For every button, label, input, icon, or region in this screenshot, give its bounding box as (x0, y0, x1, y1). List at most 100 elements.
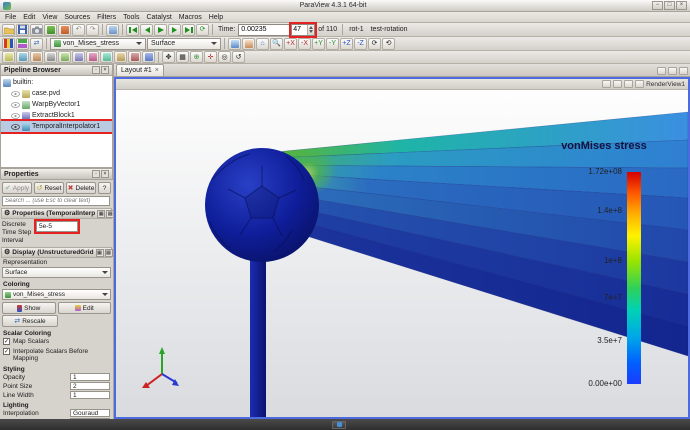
threshold-filter-icon[interactable] (58, 51, 71, 63)
redo-icon[interactable]: ↷ (86, 24, 99, 36)
menu-filters[interactable]: Filters (97, 14, 116, 21)
reset-camera-icon[interactable]: ⌂ (256, 38, 269, 50)
show-scalar-bar-button[interactable]: Show (2, 302, 56, 314)
delete-button[interactable]: ✖Delete (66, 182, 96, 194)
pipeline-item-case-pvd[interactable]: case.pvd (1, 88, 112, 99)
frame-value-input[interactable] (292, 25, 307, 35)
active-variable-combo[interactable]: von_Mises_stress (50, 38, 146, 50)
pipeline-item-warpbyvector1[interactable]: WarpByVector1 (1, 99, 112, 110)
calculator-filter-icon[interactable] (2, 51, 15, 63)
view-plus-z-icon[interactable]: +Z (340, 38, 353, 50)
reset-button[interactable]: ↺Reset (34, 182, 64, 194)
paste-properties-icon[interactable]: ▤ (106, 210, 113, 218)
rescale-visible-range-icon[interactable] (242, 38, 255, 50)
pipeline-float-icon[interactable]: ▫ (92, 66, 100, 74)
clip-filter-icon[interactable] (30, 51, 43, 63)
close-button[interactable]: × (676, 1, 687, 10)
properties-section-header[interactable]: ⚙ Properties (TemporalInterp ▣▤ (1, 208, 112, 219)
visibility-eye-icon[interactable] (11, 124, 20, 130)
display-section-header[interactable]: ⚙ Display (UnstructuredGrid ▣▤ (1, 247, 112, 258)
visibility-eye-icon[interactable] (11, 113, 20, 119)
properties-float-icon[interactable]: ▫ (92, 170, 100, 178)
vcr-first-frame-icon[interactable] (126, 24, 139, 36)
view-minus-z-icon[interactable]: -Z (354, 38, 367, 50)
tab-close-icon[interactable]: × (155, 67, 159, 74)
representation-dropdown[interactable]: Surface (2, 267, 111, 278)
vcr-previous-frame-icon[interactable] (140, 24, 153, 36)
rescale-to-data-icon[interactable]: ⇄ (30, 38, 43, 50)
undo-icon[interactable]: ↶ (72, 24, 85, 36)
pipeline-item-builtin[interactable]: builtin: (1, 77, 112, 88)
paste-display-icon[interactable]: ▤ (105, 249, 113, 257)
apply-button[interactable]: ✔Apply (2, 182, 32, 194)
warp-by-vector-filter-icon[interactable] (114, 51, 127, 63)
rotate-90-ccw-icon[interactable]: ⟲ (382, 38, 395, 50)
rescale-custom-range-icon[interactable] (228, 38, 241, 50)
frame-spin-arrows[interactable] (307, 25, 314, 35)
contour-filter-icon[interactable] (16, 51, 29, 63)
pick-center-icon[interactable]: ◎ (218, 51, 231, 63)
render-scene[interactable]: vonMises stress 1.72e+08 1.4e+8 1e+8 7e+… (116, 90, 688, 417)
view-undock-icon[interactable] (613, 80, 622, 88)
zoom-to-data-icon[interactable]: 🔍 (270, 38, 283, 50)
visibility-eye-icon[interactable] (11, 102, 20, 108)
view-close-icon[interactable] (635, 80, 644, 88)
interpolate-scalars-checkbox[interactable]: ✓ (3, 348, 10, 355)
split-horizontal-icon[interactable] (657, 67, 666, 75)
open-file-icon[interactable] (2, 24, 15, 36)
rescale-button[interactable]: ⇄Rescale (2, 315, 58, 327)
view-minus-x-icon[interactable]: -X (298, 38, 311, 50)
macro-rot1-button[interactable]: rot-1 (346, 25, 366, 34)
view-plus-y-icon[interactable]: +Y (312, 38, 325, 50)
stream-tracer-filter-icon[interactable] (100, 51, 113, 63)
interpolation-dropdown[interactable]: Gouraud (70, 409, 110, 417)
interpolate-scalars-row[interactable]: ✓ Interpolate Scalars Before Mapping (0, 347, 113, 364)
save-icon[interactable] (16, 24, 29, 36)
menu-tools[interactable]: Tools (123, 14, 139, 21)
line-width-input[interactable]: 1 (70, 391, 110, 399)
map-scalars-checkbox[interactable]: ✓ (3, 338, 10, 345)
copy-display-icon[interactable]: ▣ (96, 249, 104, 257)
maximize-button[interactable]: □ (664, 1, 675, 10)
map-scalars-row[interactable]: ✓ Map Scalars (0, 337, 113, 346)
toggle-interaction-mode-icon[interactable]: ✥ (162, 51, 175, 63)
disconnect-icon[interactable] (58, 24, 71, 36)
visibility-eye-icon[interactable] (11, 91, 20, 97)
coloring-dropdown[interactable]: von_Mises_stress (2, 289, 111, 300)
vcr-last-frame-icon[interactable] (182, 24, 195, 36)
pipeline-item-extractblock1[interactable]: ExtractBlock1 (1, 110, 112, 121)
view-plus-x-icon[interactable]: +X (284, 38, 297, 50)
properties-close-icon[interactable]: × (101, 170, 109, 178)
pipeline-item-temporalinterpolator1[interactable]: TemporalInterpolator1 (1, 121, 112, 132)
fullscreen-icon[interactable] (679, 67, 688, 75)
extract-subset-filter-icon[interactable] (72, 51, 85, 63)
macro-test-rotation-button[interactable]: test-rotation (368, 25, 411, 34)
time-value-input[interactable] (238, 24, 290, 36)
view-split-icon[interactable] (624, 80, 633, 88)
slice-filter-icon[interactable] (44, 51, 57, 63)
discrete-time-step-input[interactable]: 5e-5 (36, 221, 78, 232)
connect-icon[interactable] (44, 24, 57, 36)
view-settings-icon[interactable] (602, 80, 611, 88)
screenshot-camera-icon[interactable] (30, 24, 43, 36)
copy-properties-icon[interactable]: ▣ (97, 210, 105, 218)
vcr-loop-icon[interactable]: ⟳ (196, 24, 209, 36)
adjust-camera-icon[interactable]: ▦ (176, 51, 189, 63)
reset-center-icon[interactable]: ↺ (232, 51, 245, 63)
scene-canvas[interactable] (116, 90, 688, 417)
split-vertical-icon[interactable] (668, 67, 677, 75)
point-size-input[interactable]: 2 (70, 382, 110, 390)
opacity-input[interactable]: 1 (70, 373, 110, 381)
properties-search-input[interactable] (2, 196, 110, 206)
menu-catalyst[interactable]: Catalyst (146, 14, 171, 21)
extract-block-filter-icon[interactable] (142, 51, 155, 63)
show-orientation-axes-icon[interactable]: ⊕ (190, 51, 203, 63)
menu-edit[interactable]: Edit (23, 14, 35, 21)
rotate-90-cw-icon[interactable]: ⟳ (368, 38, 381, 50)
help-button[interactable]: ? (98, 182, 111, 194)
color-legend-toggle-icon[interactable] (2, 38, 15, 50)
group-datasets-filter-icon[interactable] (128, 51, 141, 63)
representation-combo[interactable]: Surface (147, 38, 221, 50)
vcr-next-frame-icon[interactable] (168, 24, 181, 36)
tab-layout-1[interactable]: Layout #1 × (116, 64, 164, 76)
